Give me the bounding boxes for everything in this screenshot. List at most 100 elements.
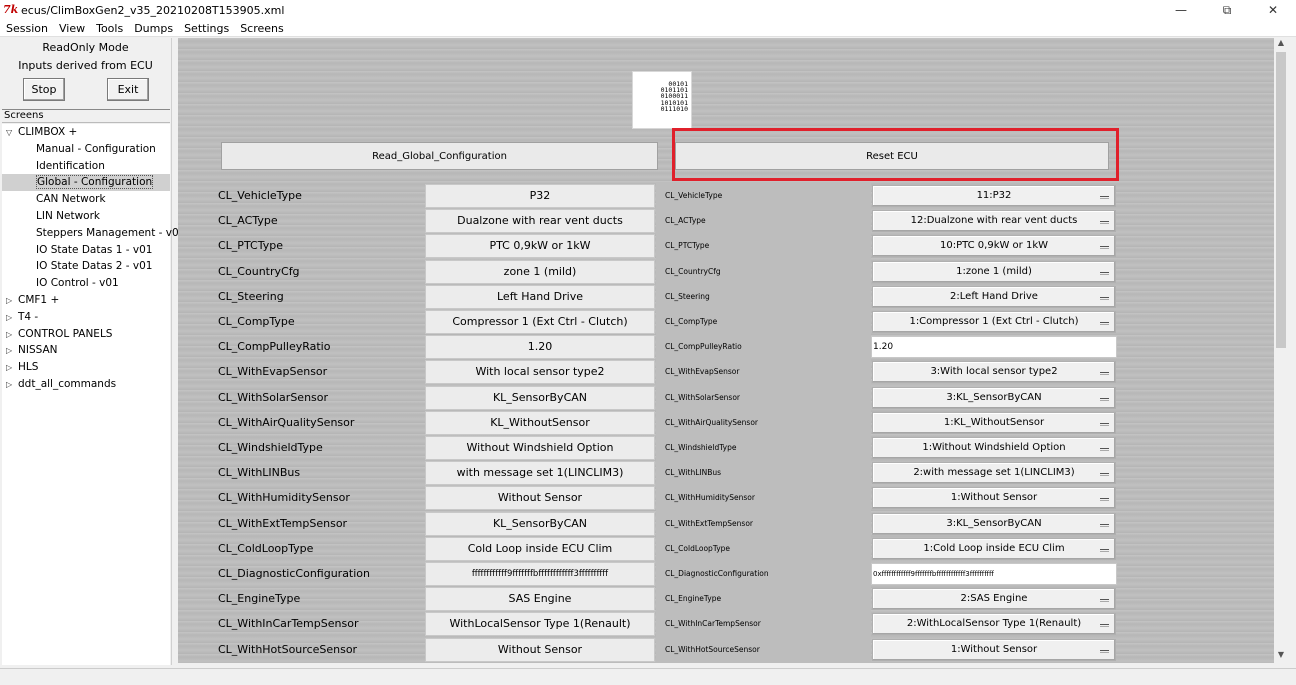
reset-ecu-highlight <box>672 128 1119 181</box>
param-select[interactable]: 2:SAS Engine <box>872 588 1116 611</box>
param-select-value: 12:Dualzone with rear vent ducts <box>910 215 1078 227</box>
param-select-value: 1:Without Sensor <box>950 643 1038 655</box>
param-select[interactable]: 1:zone 1 (mild) <box>872 260 1116 283</box>
tree-item[interactable]: Global - Configuration <box>2 174 170 192</box>
expanded-triangle-icon[interactable]: ▽ <box>6 125 18 142</box>
param-select[interactable]: 1:Compressor 1 (Ext Ctrl - Clutch) <box>872 311 1116 333</box>
param-select[interactable]: 1:Cold Loop inside ECU Clim <box>872 537 1116 560</box>
tree-item[interactable]: LIN Network <box>2 208 170 225</box>
param-label: CL_CompPulleyRatio <box>218 340 331 354</box>
param-select[interactable]: 3:KL_SensorByCAN <box>872 386 1116 409</box>
param-select[interactable]: 1:Without Sensor <box>872 638 1116 661</box>
collapsed-triangle-icon[interactable]: ▷ <box>6 293 18 310</box>
dropdown-icon <box>1100 473 1109 477</box>
param-select[interactable]: 3:With local sensor type2 <box>872 361 1116 384</box>
minimize-icon[interactable]: — <box>1158 0 1204 20</box>
window-controls: — ⧉ ✕ <box>1158 0 1296 20</box>
param-select[interactable]: 2:with message set 1(LINCLIM3) <box>872 462 1116 485</box>
param-label: CL_WithInCarTempSensor <box>218 617 359 631</box>
tree-item[interactable]: ▷ T4 - <box>2 309 170 326</box>
param-select-value: 1:KL_WithoutSensor <box>943 416 1045 428</box>
menu-session[interactable]: Session <box>0 22 53 35</box>
param-edit-label: CL_DiagnosticConfiguration <box>665 569 769 578</box>
tree-item[interactable]: ▷ CONTROL PANELS <box>2 326 170 343</box>
param-edit-label: CL_WithExtTempSensor <box>665 518 754 528</box>
dropdown-icon <box>1100 498 1109 502</box>
collapsed-triangle-icon[interactable]: ▷ <box>6 377 18 394</box>
collapsed-triangle-icon[interactable]: ▷ <box>6 360 18 377</box>
tree-item[interactable]: Steppers Management - v02 <box>2 225 185 242</box>
dropdown-icon <box>1100 397 1109 401</box>
param-select-value: 2:Left Hand Drive <box>950 290 1038 302</box>
param-select-value: 2:WithLocalSensor Type 1(Renault) <box>906 618 1082 630</box>
collapsed-triangle-icon[interactable]: ▷ <box>6 327 18 344</box>
tree-item-label: Steppers Management - v02 <box>36 226 186 239</box>
scroll-up-icon[interactable]: ▲ <box>1274 38 1288 51</box>
param-select[interactable]: 1:Without Windshield Option <box>872 437 1116 459</box>
param-select[interactable]: 12:Dualzone with rear vent ducts <box>872 210 1116 233</box>
param-edit-label: CL_Steering <box>665 291 710 301</box>
menu-settings[interactable]: Settings <box>178 22 234 35</box>
tree-item[interactable]: ▷ HLS <box>2 359 170 376</box>
tree-item-label: Global - Configuration <box>36 175 154 190</box>
tree-item[interactable]: IO State Datas 1 - v01 <box>2 242 170 259</box>
param-edit-label: CL_EngineType <box>665 594 722 604</box>
param-value: Compressor 1 (Ext Ctrl - Clutch) <box>425 310 655 334</box>
param-select[interactable]: 2:Left Hand Drive <box>872 285 1116 308</box>
param-value: Without Sensor <box>425 486 655 511</box>
param-select[interactable]: 2:WithLocalSensor Type 1(Renault) <box>872 613 1116 636</box>
param-select-value: 11:P32 <box>976 190 1012 201</box>
scroll-down-icon[interactable]: ▼ <box>1274 650 1288 663</box>
close-icon[interactable]: ✕ <box>1250 0 1296 20</box>
param-value: P32 <box>425 184 655 208</box>
exit-button[interactable]: Exit <box>107 78 149 101</box>
tree-item[interactable]: ▷ CMF1 + <box>2 292 170 309</box>
screens-header: Screens <box>2 109 170 123</box>
param-select[interactable]: 1:KL_WithoutSensor <box>872 411 1116 434</box>
read-global-configuration-button[interactable]: Read_Global_Configuration <box>221 142 658 170</box>
tree-item[interactable]: ▷ ddt_all_commands <box>2 376 170 393</box>
param-input[interactable]: 0xffffffffffff9fffffffbffffffffffff3ffff… <box>871 563 1117 585</box>
dropdown-icon <box>1100 422 1109 426</box>
param-select[interactable]: 11:P32 <box>872 185 1116 207</box>
collapsed-triangle-icon[interactable]: ▷ <box>6 310 18 327</box>
param-value: zone 1 (mild) <box>425 259 655 284</box>
param-value: Dualzone with rear vent ducts <box>425 209 655 234</box>
tree-item[interactable]: Identification <box>2 158 170 175</box>
tree-item[interactable]: ▽ CLIMBOX + <box>2 124 170 141</box>
param-label: CL_WithHumiditySensor <box>218 491 350 505</box>
inputs-label: Inputs derived from ECU <box>18 59 153 72</box>
param-select-value: 1:Without Windshield Option <box>922 442 1066 453</box>
tree-item[interactable]: Manual - Configuration <box>2 141 170 158</box>
param-edit-label: CL_WithAirQualitySensor <box>665 417 758 427</box>
mode-label: ReadOnly Mode <box>42 41 129 54</box>
param-label: CL_WindshieldType <box>218 441 323 454</box>
scroll-thumb[interactable] <box>1276 52 1286 348</box>
tree-item[interactable]: IO State Datas 2 - v01 <box>2 258 170 275</box>
dropdown-icon <box>1100 196 1109 199</box>
stop-button[interactable]: Stop <box>23 78 65 101</box>
param-value: Without Sensor <box>425 637 655 662</box>
tree-item[interactable]: IO Control - v01 <box>2 275 170 292</box>
param-select[interactable]: 10:PTC 0,9kW or 1kW <box>872 235 1116 258</box>
restore-icon[interactable]: ⧉ <box>1204 0 1250 20</box>
tree-item[interactable]: CAN Network <box>2 191 170 208</box>
menu-view[interactable]: View <box>53 22 90 35</box>
param-value: SAS Engine <box>425 587 655 612</box>
param-select[interactable]: 3:KL_SensorByCAN <box>872 512 1116 535</box>
param-select[interactable]: 1:Without Sensor <box>872 487 1116 510</box>
dropdown-icon <box>1100 523 1109 527</box>
dropdown-icon <box>1100 221 1109 225</box>
tree-item-label: CLIMBOX + <box>18 126 78 138</box>
menu-bar: Session View Tools Dumps Settings Screen… <box>0 20 1296 37</box>
vertical-scrollbar[interactable]: ▲ ▼ <box>1274 38 1288 663</box>
menu-screens[interactable]: Screens <box>234 22 289 35</box>
menu-tools[interactable]: Tools <box>90 22 128 35</box>
menu-dumps[interactable]: Dumps <box>128 22 178 35</box>
param-value: KL_WithoutSensor <box>425 410 655 435</box>
collapsed-triangle-icon[interactable]: ▷ <box>6 343 18 360</box>
app-icon: 7k <box>3 3 19 16</box>
param-input[interactable]: 1.20 <box>871 336 1117 359</box>
dropdown-icon <box>1100 246 1109 250</box>
tree-item[interactable]: ▷ NISSAN <box>2 342 170 359</box>
